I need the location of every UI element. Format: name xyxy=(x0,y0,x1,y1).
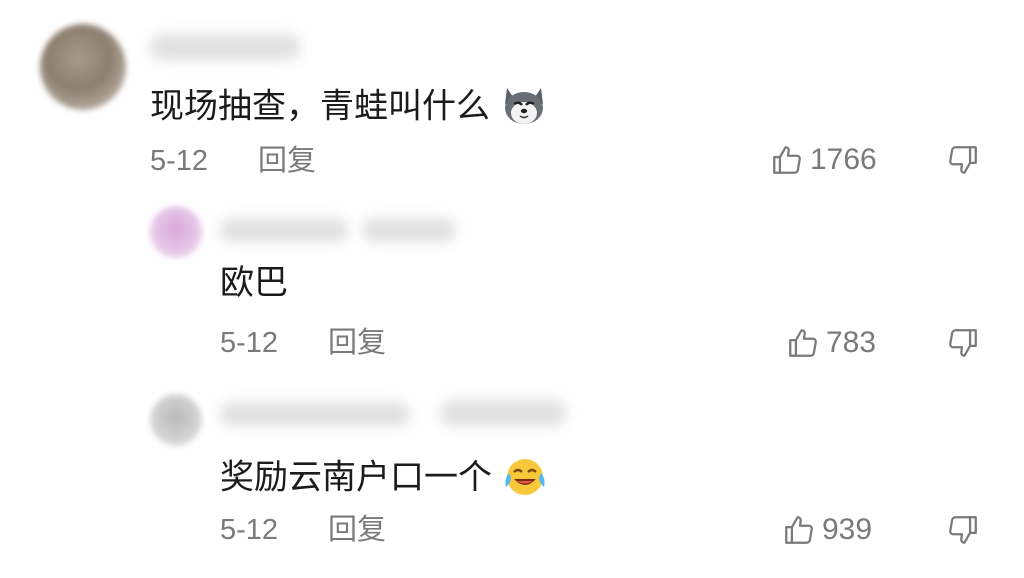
like-count: 783 xyxy=(826,326,877,359)
thumbs-down-icon[interactable] xyxy=(946,326,980,360)
reply-button[interactable]: 回复 xyxy=(328,329,386,358)
username-blurred[interactable] xyxy=(220,402,410,426)
comment-date: 5-12 xyxy=(150,145,209,177)
laughing-tears-emoji-icon xyxy=(503,455,547,503)
avatar[interactable] xyxy=(40,24,126,110)
username-blurred[interactable] xyxy=(220,218,348,242)
husky-dog-emoji-icon xyxy=(501,84,547,132)
reply-button[interactable]: 回复 xyxy=(258,147,316,176)
reply-date: 5-12 xyxy=(220,327,279,359)
thumbs-up-icon xyxy=(770,143,804,177)
username-blurred[interactable] xyxy=(150,34,300,60)
avatar[interactable] xyxy=(150,206,202,258)
thumbs-down-icon[interactable] xyxy=(946,143,980,177)
thumbs-up-icon xyxy=(786,326,820,360)
like-count: 939 xyxy=(822,513,873,546)
reply-target-blurred[interactable] xyxy=(440,400,566,426)
like-count: 1766 xyxy=(810,143,877,176)
reply-text: 奖励云南户口一个 xyxy=(220,455,547,503)
comment-text: 现场抽查，青蛙叫什么 xyxy=(150,84,547,132)
thumbs-up-icon xyxy=(782,513,816,547)
reply-date: 5-12 xyxy=(220,514,279,546)
thumbs-down-icon[interactable] xyxy=(946,513,980,547)
reply-text: 欧巴 xyxy=(220,263,288,303)
like-button[interactable]: 939 xyxy=(782,513,872,547)
reply-button[interactable]: 回复 xyxy=(328,516,386,545)
reply-target-blurred[interactable] xyxy=(362,218,456,242)
avatar[interactable] xyxy=(150,394,202,446)
like-button[interactable]: 1766 xyxy=(770,143,877,177)
like-button[interactable]: 783 xyxy=(786,326,876,360)
